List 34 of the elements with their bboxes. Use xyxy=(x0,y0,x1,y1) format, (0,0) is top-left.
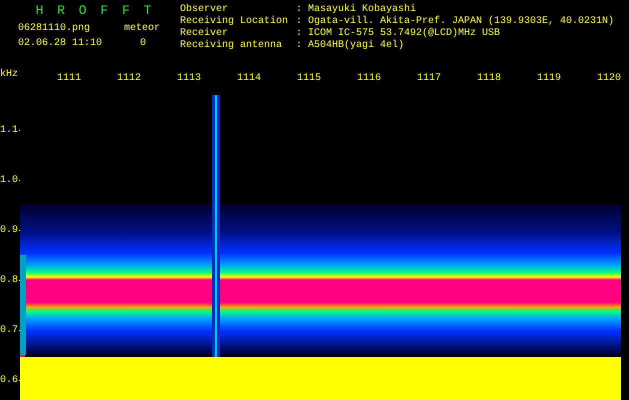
info-value: Ogata-vill. Akita-Pref. JAPAN (139.9303E, 40.0231N) xyxy=(308,16,614,28)
y-axis-label: 1.1 xyxy=(0,124,18,136)
meteor-count: 0 xyxy=(139,38,146,49)
info-label: Observer xyxy=(180,4,230,16)
y-axis-label: 0.9 xyxy=(0,224,18,236)
y-axis-label: 0.8 xyxy=(0,274,18,286)
x-axis-label: 1111 xyxy=(56,73,81,84)
x-axis-label: 1115 xyxy=(296,73,321,84)
x-axis-label: 1120 xyxy=(596,73,621,84)
info-label: Receiving Location xyxy=(180,16,290,28)
info-value: ICOM IC-575 53.7492(@LCD)MHz USB xyxy=(308,28,500,40)
y-axis-label: 1.0 xyxy=(0,174,18,186)
y-axis-label: 0.7 xyxy=(0,324,18,336)
x-axis-label: 1117 xyxy=(416,73,441,84)
info-label: Receiving antenna xyxy=(180,40,284,52)
date-time: 02.06.28 11:10 xyxy=(18,38,104,49)
app-title: H R O F F T xyxy=(34,2,156,19)
separator-colon: : xyxy=(296,16,304,28)
separator-colon: : xyxy=(296,4,304,16)
x-axis-label: 1112 xyxy=(116,73,141,84)
info-value: A504HB(yagi 4el) xyxy=(308,40,404,52)
separator-colon: : xyxy=(296,40,304,52)
x-axis-label: 1114 xyxy=(236,73,261,84)
x-axis-label: 1118 xyxy=(476,73,501,84)
unit-label: kHz xyxy=(0,68,20,82)
x-axis-label: 1119 xyxy=(536,73,561,84)
meteor-label: meteor xyxy=(123,23,160,34)
y-axis-label: 0.6 xyxy=(0,374,18,386)
x-axis-label: 1116 xyxy=(356,73,381,84)
x-axis-label: 1113 xyxy=(176,73,201,84)
info-value: Masayuki Kobayashi xyxy=(308,4,416,16)
separator-colon: : xyxy=(296,28,304,40)
file-name: 06281110.png xyxy=(18,23,92,34)
info-label: Receiver xyxy=(180,28,230,40)
